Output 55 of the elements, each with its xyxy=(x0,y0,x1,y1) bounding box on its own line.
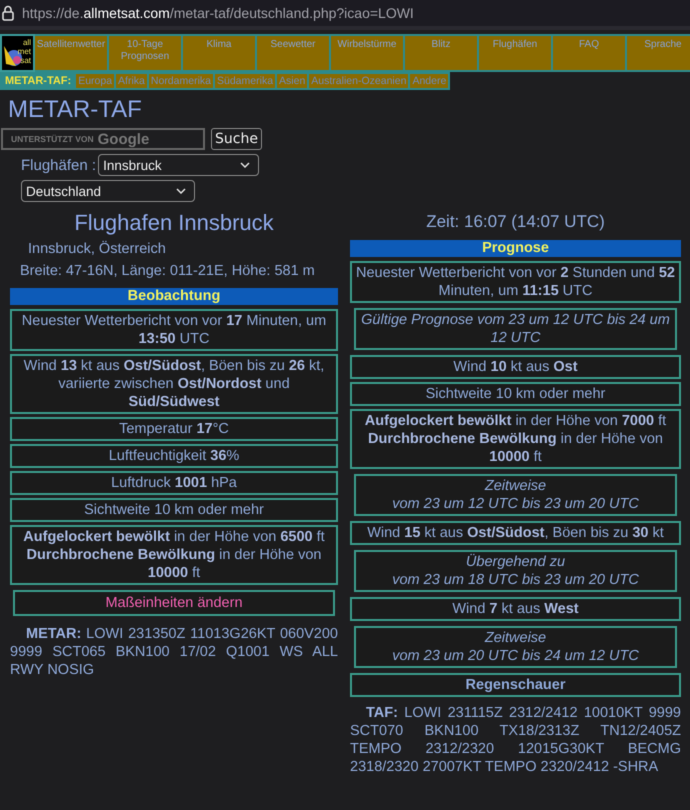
search-field[interactable]: UNTERSTÜTZT VON Google xyxy=(1,128,205,150)
weather-info: Sichtweite 10 km oder mehr xyxy=(10,498,338,522)
location-text: Innsbruck, Österreich xyxy=(28,241,167,257)
weather-info: Sichtweite 10 km oder mehr xyxy=(350,382,681,406)
weather-info: Neuester Wetterbericht von vor 17 Minuten, um 13:50 UTC xyxy=(10,309,338,351)
chevron-icon xyxy=(240,162,250,168)
page-title: METAR-TAF xyxy=(8,96,143,124)
nav-link[interactable]: Klima xyxy=(183,34,257,72)
weather-info: Luftfeuchtigkeit 36% xyxy=(10,444,338,468)
country-select[interactable]: Deutschland xyxy=(21,180,195,202)
nav-link[interactable]: Blitz xyxy=(405,34,479,72)
nav-label: METAR-TAF: xyxy=(4,74,72,88)
weather-info: Luftdruck 1001 hPa xyxy=(10,471,338,495)
chevron-icon xyxy=(176,188,186,194)
nav-link[interactable]: Sprache xyxy=(627,34,690,72)
weather-info: Aufgelockert bewölkt in der Höhe von 7000 ft Durchbrochene Bewölkung in der Höhe von 10000 ft xyxy=(350,409,681,469)
logo[interactable]: all met sat xyxy=(0,34,35,72)
taf-text: TAF: LOWI 231115Z 2312/2412 10010KT 9999 SCT070 BKN100 TX18/2313Z TN12/2405Z TEMPO 2312/2320 12015G30KT BECMG 2318/2320 27007KT TEMPO 2320/2412 -SHRA xyxy=(350,704,681,776)
forecast-period: Zeitweise vom 23 um 12 UTC bis 23 um 20 UTC xyxy=(354,474,677,516)
nav-link[interactable]: Asien xyxy=(277,74,308,88)
field-label: Flughäfen : xyxy=(21,156,96,174)
nav-link[interactable]: Nordamerika xyxy=(148,74,213,88)
weather-info: Temperatur 17°C xyxy=(10,417,338,441)
search-button[interactable]: Suche xyxy=(211,128,262,150)
nav-link[interactable]: Australien-Ozeanien xyxy=(309,74,408,88)
weather-info: Neuester Wetterbericht von vor 2 Stunden und 52 Minuten, um 11:15 UTC xyxy=(350,261,681,303)
time-text: Zeit: 16:07 (14:07 UTC) xyxy=(425,212,606,232)
weather-info: Wind 10 kt aus Ost xyxy=(350,355,681,379)
section-header: Beobachtung xyxy=(10,288,338,305)
nav-link[interactable]: Andere xyxy=(410,74,448,88)
nav-link[interactable]: Südamerika xyxy=(215,74,276,88)
section-header: Prognose xyxy=(350,240,681,257)
weather-info: Wind 13 kt aus Ost/Südost, Böen bis zu 26 kt, variierte zwischen Ost/Nordost und Süd/Südwest xyxy=(10,354,338,414)
forecast-period: Gültige Prognose vom 23 um 12 UTC bis 24 um 12 UTC xyxy=(354,308,677,350)
lock-icon xyxy=(2,5,14,21)
nav-link[interactable]: Wirbelstürme xyxy=(331,34,405,72)
units-link[interactable]: Maßeinheiten ändern xyxy=(13,590,335,616)
weather-info: Aufgelockert bewölkt in der Höhe von 6500 ft Durchbrochene Bewölkung in der Höhe von 10000 ft xyxy=(10,525,338,585)
nav-link[interactable]: 10-Tage Prognosen xyxy=(109,34,183,72)
airport-select[interactable]: Innsbruck xyxy=(98,154,260,176)
weather-info: Wind 15 kt aus Ost/Südost, Böen bis zu 30 kt xyxy=(350,521,681,545)
nav-link[interactable]: Europa xyxy=(76,74,114,88)
metar-text: METAR: LOWI 231350Z 11013G26KT 060V200 9999 SCT065 BKN100 17/02 Q1001 WS ALL RWY NOSIG xyxy=(10,625,338,679)
weather-info: Wind 7 kt aus West xyxy=(350,597,681,621)
airport-title: Flughafen Innsbruck xyxy=(73,210,275,236)
nav-link[interactable]: Seewetter xyxy=(257,34,331,72)
nav-link[interactable]: Afrika xyxy=(116,74,147,88)
nav-link[interactable]: Satellitenwetter xyxy=(35,34,109,72)
url-text: https://de.allmetsat.com/metar-taf/deutschland.php?icao=LOWI xyxy=(22,5,414,21)
nav-link[interactable]: Flughäfen xyxy=(479,34,553,72)
nav-link[interactable]: FAQ xyxy=(553,34,627,72)
weather-condition: Regenschauer xyxy=(350,673,681,697)
coordinates-text: Breite: 47-16N, Länge: 011-21E, Höhe: 581 m xyxy=(19,262,316,280)
forecast-period: Zeitweise vom 23 um 20 UTC bis 24 um 12 UTC xyxy=(354,626,677,668)
forecast-period: Übergehend zu vom 23 um 18 UTC bis 23 um 20 UTC xyxy=(354,550,677,592)
